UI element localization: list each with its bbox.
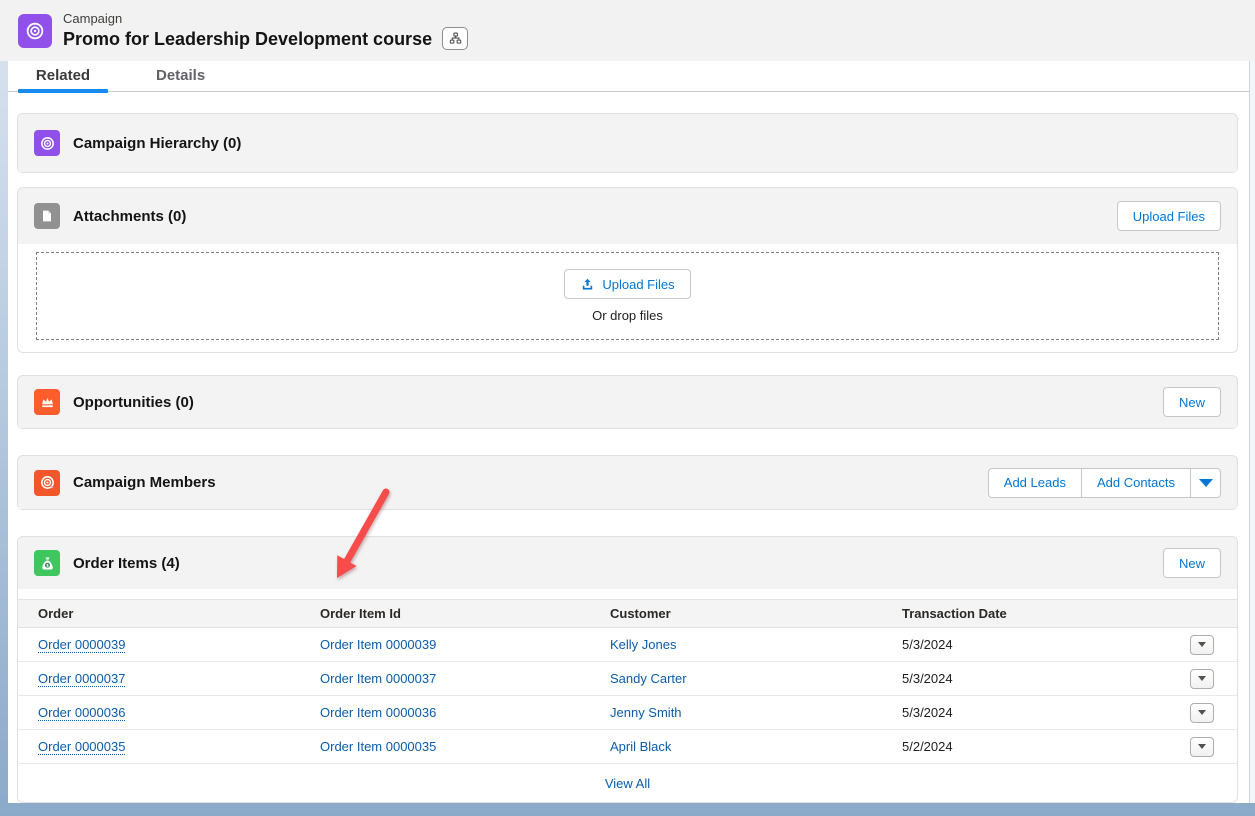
- column-header-actions: [1162, 600, 1237, 628]
- new-order-item-button[interactable]: New: [1163, 548, 1221, 578]
- order-items-title[interactable]: Order Items (4): [73, 555, 180, 572]
- bullseye-glyph: [24, 20, 46, 42]
- view-all-link[interactable]: View All: [605, 776, 650, 791]
- campaign-members-card: Campaign Members Add Leads Add Contacts: [17, 455, 1238, 510]
- svg-text:$: $: [45, 562, 48, 568]
- tab-details[interactable]: Details: [143, 67, 218, 84]
- campaign-members-button-group: Add Leads Add Contacts: [988, 468, 1221, 498]
- table-row: Order 0000036 Order Item 0000036 Jenny S…: [18, 696, 1237, 730]
- dropzone-upload-files-button[interactable]: Upload Files: [564, 269, 690, 299]
- note-glyph: [39, 208, 55, 224]
- add-contacts-button[interactable]: Add Contacts: [1081, 468, 1190, 498]
- customer-link[interactable]: Jenny Smith: [610, 705, 682, 720]
- view-campaign-hierarchy-button[interactable]: [442, 27, 468, 50]
- entity-label: Campaign: [63, 11, 468, 26]
- members-bullseye-glyph: [39, 474, 56, 491]
- attachments-title[interactable]: Attachments (0): [73, 208, 186, 225]
- order-item-id-link[interactable]: Order Item 0000035: [320, 739, 436, 754]
- row-actions-button[interactable]: [1190, 669, 1214, 689]
- record-header: Campaign Promo for Leadership Developmen…: [0, 0, 1255, 61]
- customer-link[interactable]: Kelly Jones: [610, 637, 676, 652]
- order-link[interactable]: Order 0000039: [38, 637, 125, 652]
- upload-files-button[interactable]: Upload Files: [1117, 201, 1221, 231]
- column-header-customer[interactable]: Customer: [590, 600, 882, 628]
- column-header-order[interactable]: Order: [18, 600, 300, 628]
- campaign-record-icon: [18, 14, 52, 48]
- opportunities-icon: [34, 389, 60, 415]
- order-link[interactable]: Order 0000037: [38, 671, 125, 686]
- table-row: Order 0000039 Order Item 0000039 Kelly J…: [18, 628, 1237, 662]
- campaign-members-title[interactable]: Campaign Members: [73, 474, 216, 491]
- tab-related[interactable]: Related: [18, 67, 108, 84]
- file-dropzone[interactable]: Upload Files Or drop files: [36, 252, 1219, 340]
- order-item-id-link[interactable]: Order Item 0000037: [320, 671, 436, 686]
- column-header-order-item-id[interactable]: Order Item Id: [300, 600, 590, 628]
- order-items-table: Order Order Item Id Customer Transaction…: [18, 599, 1237, 764]
- chevron-down-icon: [1198, 744, 1206, 749]
- order-item-id-link[interactable]: Order Item 0000039: [320, 637, 436, 652]
- bullseye-glyph: [39, 135, 56, 152]
- drop-files-hint: Or drop files: [592, 308, 663, 323]
- campaign-hierarchy-card: Campaign Hierarchy (0): [17, 113, 1238, 173]
- opportunities-card: Opportunities (0) New: [17, 375, 1238, 429]
- order-items-icon: $: [34, 550, 60, 576]
- order-items-footer: View All: [18, 764, 1237, 802]
- attachments-icon: [34, 203, 60, 229]
- chevron-down-icon: [1198, 676, 1206, 681]
- page-title: Promo for Leadership Development course: [63, 28, 432, 50]
- transaction-date: 5/3/2024: [902, 671, 953, 686]
- chevron-down-icon: [1198, 710, 1206, 715]
- attachments-card: Attachments (0) Upload Files Upload File…: [17, 187, 1238, 353]
- column-header-transaction-date[interactable]: Transaction Date: [882, 600, 1162, 628]
- campaign-members-card-header: Campaign Members Add Leads Add Contacts: [18, 456, 1237, 509]
- record-body-panel: Related Details Campaign Hierarchy (0): [8, 61, 1249, 803]
- crown-glyph: [39, 394, 56, 411]
- right-edge-strip: [1249, 61, 1255, 803]
- chevron-down-icon: [1199, 479, 1213, 487]
- order-items-header-row: Order Order Item Id Customer Transaction…: [18, 600, 1237, 628]
- attachments-body: Upload Files Or drop files: [18, 244, 1237, 352]
- order-items-card-header: $ Order Items (4) New: [18, 537, 1237, 589]
- opportunities-title[interactable]: Opportunities (0): [73, 394, 194, 411]
- row-actions-button[interactable]: [1190, 737, 1214, 757]
- customer-link[interactable]: April Black: [610, 739, 671, 754]
- new-opportunity-button[interactable]: New: [1163, 387, 1221, 417]
- campaign-members-more-actions-button[interactable]: [1190, 468, 1221, 498]
- order-link[interactable]: Order 0000035: [38, 739, 125, 754]
- campaign-members-icon: [34, 470, 60, 496]
- row-actions-button[interactable]: [1190, 635, 1214, 655]
- campaign-hierarchy-icon: [34, 130, 60, 156]
- table-row: Order 0000035 Order Item 0000035 April B…: [18, 730, 1237, 764]
- order-item-id-link[interactable]: Order Item 0000036: [320, 705, 436, 720]
- attachments-card-header: Attachments (0) Upload Files: [18, 188, 1237, 244]
- add-leads-button[interactable]: Add Leads: [988, 468, 1081, 498]
- row-actions-button[interactable]: [1190, 703, 1214, 723]
- table-row: Order 0000037 Order Item 0000037 Sandy C…: [18, 662, 1237, 696]
- moneybag-glyph: $: [39, 555, 56, 572]
- campaign-hierarchy-card-header: Campaign Hierarchy (0): [18, 114, 1237, 172]
- org-hierarchy-icon: [449, 32, 462, 45]
- chevron-down-icon: [1198, 642, 1206, 647]
- record-tabs: Related Details: [8, 61, 1249, 92]
- transaction-date: 5/3/2024: [902, 705, 953, 720]
- campaign-hierarchy-title[interactable]: Campaign Hierarchy (0): [73, 135, 241, 152]
- transaction-date: 5/3/2024: [902, 637, 953, 652]
- active-tab-underline: [18, 89, 108, 93]
- order-link[interactable]: Order 0000036: [38, 705, 125, 720]
- upload-icon: [580, 277, 595, 292]
- dropzone-upload-label: Upload Files: [602, 277, 674, 292]
- opportunities-card-header: Opportunities (0) New: [18, 376, 1237, 428]
- order-items-card: $ Order Items (4) New Order Order Item I…: [17, 536, 1238, 803]
- customer-link[interactable]: Sandy Carter: [610, 671, 687, 686]
- transaction-date: 5/2/2024: [902, 739, 953, 754]
